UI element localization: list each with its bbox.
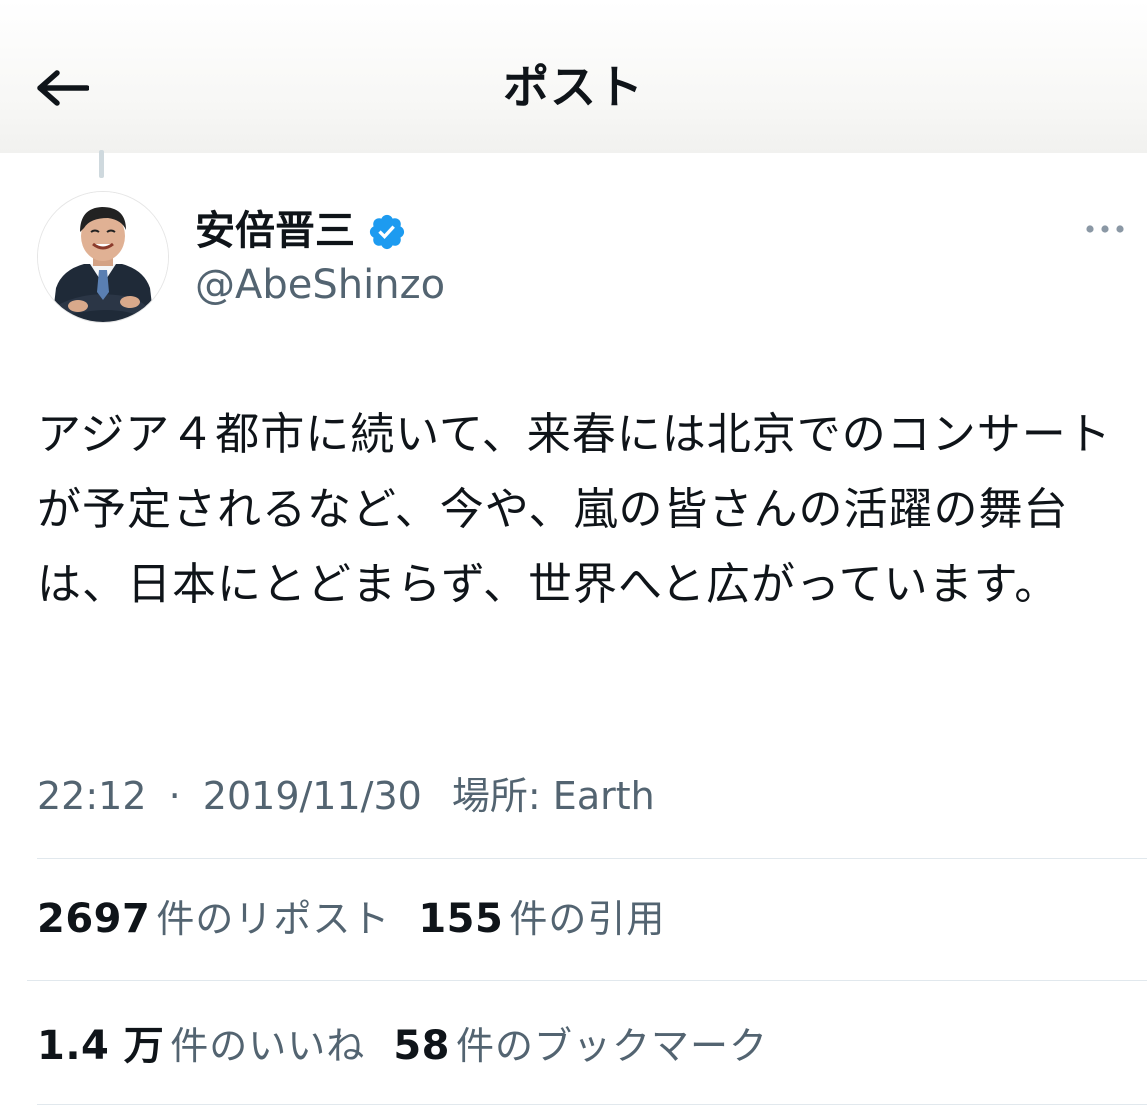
post-time[interactable]: 22:12: [37, 768, 147, 824]
bookmarks-label: 件のブックマーク: [455, 1024, 768, 1068]
likes-label: 件のいいね: [170, 1024, 366, 1068]
bookmarks-stat[interactable]: 58 件のブックマーク: [393, 1015, 768, 1070]
bookmarks-count: 58: [393, 1023, 450, 1069]
reposts-label: 件のリポスト: [156, 897, 391, 941]
quotes-stat[interactable]: 155 件の引用: [418, 888, 665, 943]
post-text: アジア４都市に続いて、来春には北京でのコンサートが予定されるなど、今や、嵐の皆さ…: [37, 409, 1112, 610]
meta-separator: ·: [168, 774, 181, 818]
user-handle[interactable]: @AbeShinzo: [195, 262, 445, 308]
post-date[interactable]: 2019/11/30: [203, 768, 422, 824]
post-meta: 22:12 · 2019/11/30 場所: Earth: [37, 768, 1137, 824]
divider: [27, 980, 1147, 981]
author-name-row[interactable]: 安倍晋三: [195, 202, 407, 260]
thread-connector-line: [99, 150, 104, 178]
page-title: ポスト: [503, 60, 644, 114]
top-bar: ポスト: [0, 0, 1147, 153]
quotes-label: 件の引用: [509, 897, 666, 941]
more-horizontal-icon: [1086, 225, 1124, 233]
engagement-row-2: 1.4 万 件のいいね 58 件のブックマーク: [37, 1013, 1137, 1077]
avatar[interactable]: [37, 191, 169, 323]
divider: [37, 1104, 1147, 1105]
divider: [37, 858, 1147, 859]
likes-stat[interactable]: 1.4 万 件のいいね: [37, 1013, 365, 1071]
quotes-count: 155: [418, 896, 504, 942]
verified-badge-icon: [367, 212, 407, 252]
engagement-row-1: 2697 件のリポスト 155 件の引用: [37, 888, 1137, 952]
display-name: 安倍晋三: [195, 208, 355, 254]
post-location[interactable]: 場所: Earth: [452, 768, 655, 824]
likes-count: 1.4 万: [37, 1023, 165, 1069]
profile-photo-icon: [38, 192, 168, 322]
reposts-stat[interactable]: 2697 件のリポスト: [37, 888, 390, 943]
reposts-count: 2697: [37, 896, 151, 942]
more-options-button[interactable]: [1080, 208, 1130, 250]
post-detail-screen: ポスト 安倍晋三 @AbeShinzo アジア４都市に続いて、来春には北京でのコ…: [0, 0, 1147, 1107]
